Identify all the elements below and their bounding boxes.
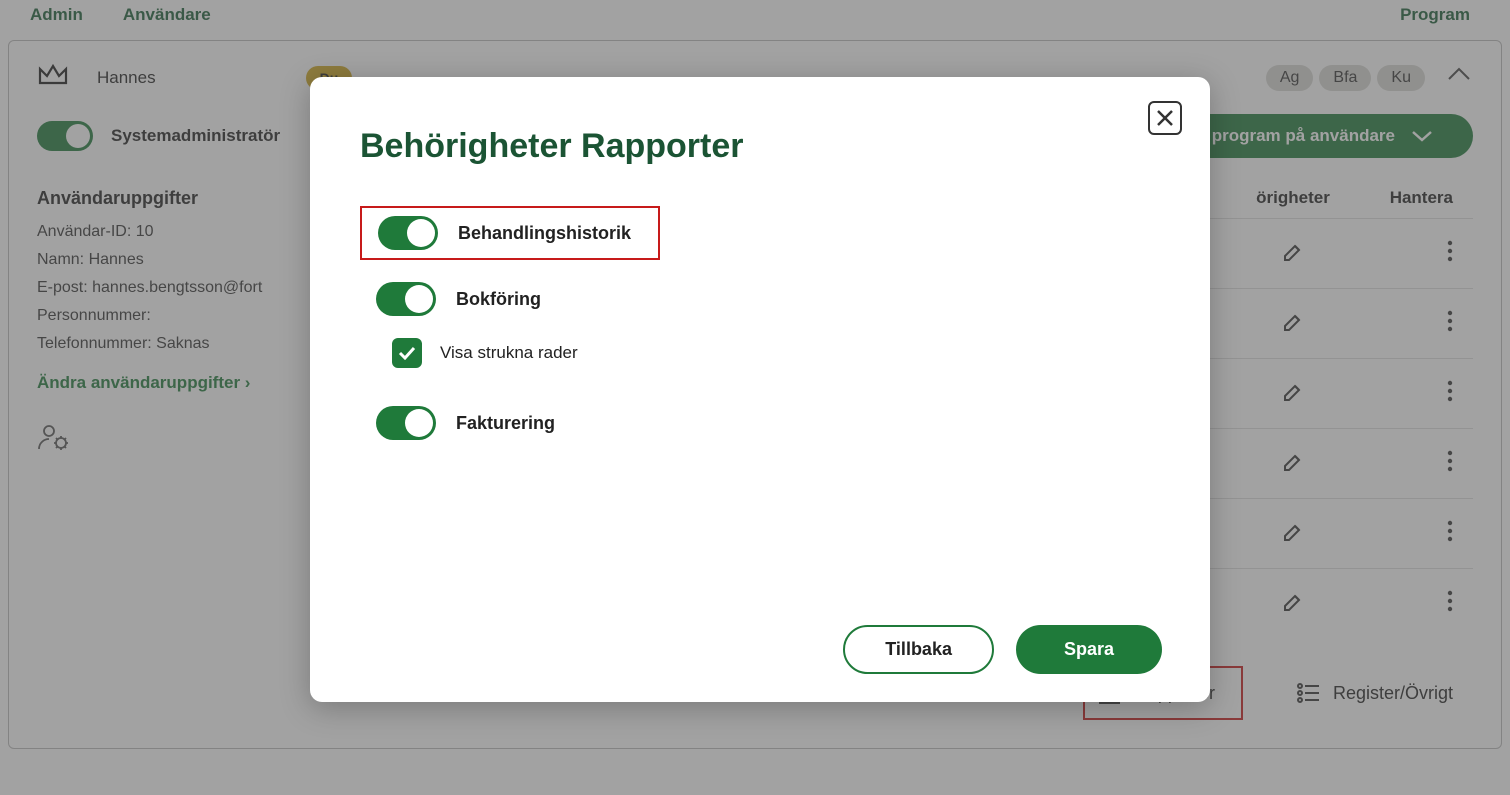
permissions-modal: Behörigheter Rapporter Behandlingshistor… bbox=[310, 77, 1210, 702]
close-button[interactable] bbox=[1148, 101, 1182, 135]
sub-label: Visa strukna rader bbox=[440, 343, 578, 363]
perm-fakturering: Fakturering bbox=[360, 398, 1178, 448]
perm-label-1: Behandlingshistorik bbox=[458, 223, 631, 244]
perm-label-2: Bokföring bbox=[456, 289, 541, 310]
toggle-behandlingshistorik[interactable] bbox=[378, 216, 438, 250]
modal-title: Behörigheter Rapporter bbox=[360, 127, 1178, 166]
perm-behandlingshistorik: Behandlingshistorik bbox=[360, 206, 660, 260]
checkbox-strukna[interactable] bbox=[392, 338, 422, 368]
save-button[interactable]: Spara bbox=[1016, 625, 1162, 674]
toggle-bokforing[interactable] bbox=[376, 282, 436, 316]
back-button[interactable]: Tillbaka bbox=[843, 625, 994, 674]
sub-strukna-rader: Visa strukna rader bbox=[392, 338, 1178, 368]
perm-label-3: Fakturering bbox=[456, 413, 555, 434]
toggle-fakturering[interactable] bbox=[376, 406, 436, 440]
perm-bokforing: Bokföring bbox=[360, 274, 1178, 324]
